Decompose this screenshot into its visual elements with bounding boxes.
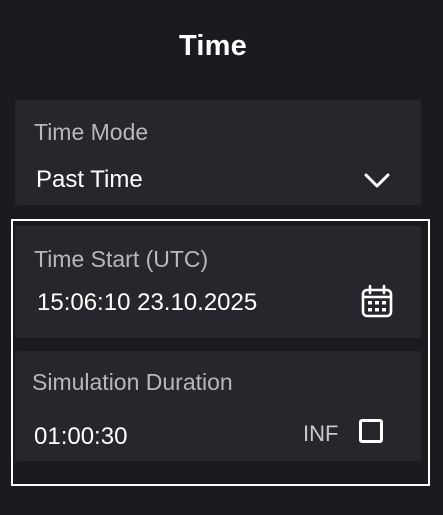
time-start-value[interactable]: 15:06:10 23.10.2025 [37,289,257,317]
calendar-icon[interactable] [360,283,394,319]
time-mode-value[interactable]: Past Time [36,166,143,194]
simulation-duration-field[interactable]: Simulation Duration 01:00:30 INF [15,351,421,461]
simulation-duration-label: Simulation Duration [32,369,233,395]
inf-checkbox[interactable] [359,419,383,443]
inf-label: INF [303,421,339,446]
time-start-label: Time Start (UTC) [34,246,209,272]
chevron-down-icon[interactable] [362,166,392,196]
panel-title: Time [179,30,247,62]
time-mode-select[interactable]: Time Mode Past Time [15,100,421,205]
time-start-field[interactable]: Time Start (UTC) 15:06:10 23.10.2025 [15,226,421,338]
simulation-duration-value[interactable]: 01:00:30 [34,423,127,451]
time-mode-label: Time Mode [34,119,149,145]
